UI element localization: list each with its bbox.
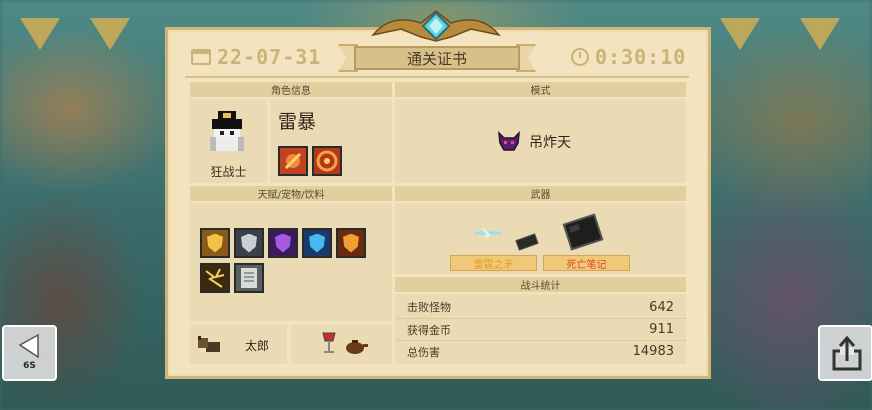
buff-blue-shield-icon <box>302 228 332 258</box>
clear-time: 0:30:10 <box>571 45 687 69</box>
buff-gold-shield-icon <box>200 228 230 258</box>
demon-skull-icon <box>498 130 520 151</box>
buff-steel-shield-icon <box>234 228 264 258</box>
pet-dog-icon <box>198 336 220 352</box>
drink-panel <box>291 324 392 364</box>
death-note-icon <box>562 213 604 251</box>
battle-stats-heading: 战斗统计 <box>395 277 686 292</box>
buffs-panel <box>190 203 392 321</box>
buffs-heading: 天赋/宠物/饮料 <box>190 186 392 201</box>
buff-purple-shield-icon <box>268 228 298 258</box>
clock-icon <box>571 48 589 66</box>
character-class-name: 狂战士 <box>210 165 247 179</box>
share-button[interactable] <box>818 325 872 381</box>
stat-label: 获得金币 <box>407 323 451 337</box>
wine-glass-icon <box>322 332 336 353</box>
stat-row-gold: 获得金币 911 <box>395 318 686 340</box>
buff-scroll-icon <box>234 263 264 293</box>
berserker-avatar <box>210 111 244 151</box>
stat-label: 击败怪物 <box>407 301 451 314</box>
thunder-spear-icon <box>475 228 539 251</box>
character-info-heading: 角色信息 <box>190 82 392 97</box>
crest-ornament <box>371 10 501 42</box>
buff-lightning-icon <box>200 263 230 293</box>
date-text: 22-07-31 <box>217 45 322 69</box>
stat-value: 14983 <box>632 344 674 359</box>
skill-rage-icon <box>278 146 308 176</box>
mode-name: 吊炸天 <box>529 135 571 151</box>
stat-value: 642 <box>649 299 674 315</box>
timer-text: 0:30:10 <box>595 45 687 69</box>
stat-label: 总伤害 <box>407 345 440 359</box>
mode-heading: 模式 <box>395 82 686 97</box>
character-skin-panel: 雷暴 <box>270 99 392 183</box>
back-arrow-icon <box>18 333 39 359</box>
skill-dragon-icon <box>312 146 342 176</box>
weapons-panel: 雷霆之矛 死亡笔记 <box>395 203 686 274</box>
weapon-2-name: 死亡笔记 <box>543 255 630 271</box>
character-portrait-panel: 狂战士 <box>190 99 267 183</box>
stat-row-damage: 总伤害 14983 <box>395 340 686 362</box>
back-button[interactable]: 6S <box>2 325 57 381</box>
certificate-title: 通关证书 <box>354 46 520 70</box>
character-skin-name: 雷暴 <box>278 111 317 133</box>
mode-panel: 吊炸天 <box>395 99 686 183</box>
back-countdown: 6S <box>23 361 36 371</box>
weapons-heading: 武器 <box>395 186 686 201</box>
divider-line <box>185 76 689 78</box>
pet-panel: 太郎 <box>190 324 287 364</box>
weapon-1-name: 雷霆之矛 <box>450 255 537 271</box>
pet-name: 太郎 <box>245 339 270 353</box>
teapot-icon <box>346 340 368 354</box>
buff-orange-shield-icon <box>336 228 366 258</box>
calendar-icon <box>191 49 211 65</box>
share-icon <box>832 335 862 371</box>
stat-value: 911 <box>649 322 674 337</box>
stat-row-kills: 击败怪物 642 <box>395 296 686 318</box>
clear-date: 22-07-31 <box>191 45 322 69</box>
